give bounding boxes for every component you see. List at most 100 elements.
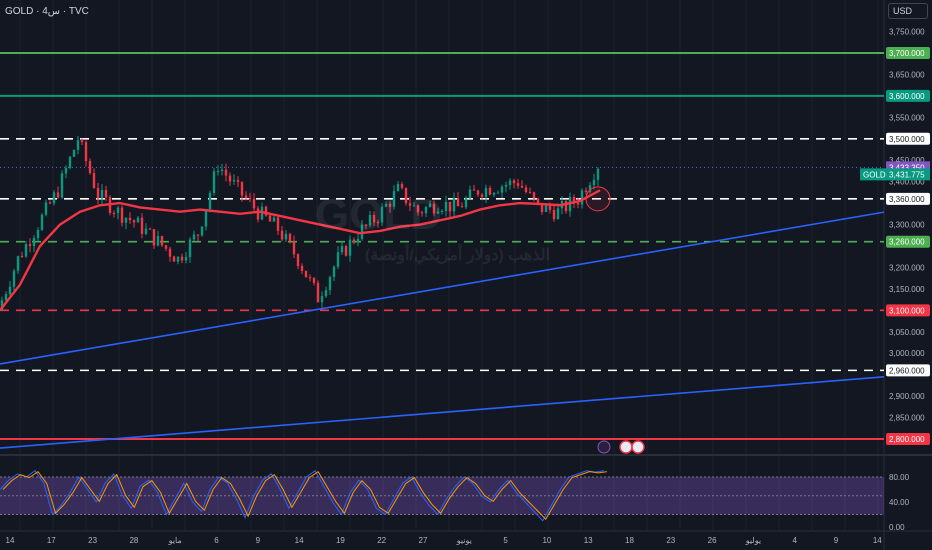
candle-body	[16, 256, 20, 271]
candle-body	[216, 171, 220, 173]
candle-body	[304, 270, 308, 278]
us-flag-event-icon	[631, 440, 645, 454]
candle-body	[344, 246, 348, 256]
price-level-label: 3,260.000	[889, 238, 925, 247]
candle-body	[12, 270, 16, 287]
candle-body	[4, 294, 8, 301]
price-tick-label: 3,650.000	[889, 70, 925, 79]
time-tick-label: يونيو	[456, 536, 472, 545]
time-tick-label: 18	[625, 536, 634, 545]
candle-body	[532, 192, 536, 199]
candle-body	[272, 217, 276, 222]
time-tick-label: 13	[584, 536, 593, 545]
candle-body	[468, 189, 472, 199]
candle-body	[128, 217, 132, 221]
price-chart[interactable]: 3,750.0003,650.0003,550.0003,450.0003,40…	[0, 0, 932, 550]
candle-body	[100, 189, 104, 199]
candle-body	[40, 214, 44, 230]
candle-body	[236, 180, 240, 182]
time-tick-label: 26	[708, 536, 717, 545]
candle-body	[592, 179, 596, 186]
symbol-price-name: GOLD	[863, 170, 886, 179]
candle-body	[240, 181, 244, 196]
candle-body	[556, 208, 560, 220]
price-tick-label: 3,750.000	[889, 28, 925, 37]
candle-body	[320, 296, 324, 303]
candle-body	[180, 256, 184, 261]
time-tick-label: 5	[503, 536, 508, 545]
candle-body	[208, 193, 212, 210]
candle-body	[580, 190, 584, 205]
candle-body	[500, 186, 504, 193]
price-tick-label: 2,850.000	[889, 414, 925, 423]
candle-body	[332, 266, 336, 277]
candle-body	[112, 212, 116, 214]
price-level-label: 3,360.000	[889, 195, 925, 204]
time-tick-label: 23	[88, 536, 97, 545]
candle-body	[232, 180, 236, 182]
time-tick-label: 14	[873, 536, 882, 545]
candle-body	[172, 256, 176, 262]
candle-body	[124, 217, 128, 223]
time-tick-label: يوليو	[745, 536, 761, 545]
candle-body	[456, 198, 460, 207]
candle-body	[584, 190, 588, 193]
candle-body	[64, 167, 68, 174]
price-tick-label: 3,050.000	[889, 328, 925, 337]
rsi-tick-label: 80.00	[889, 473, 910, 482]
candle-body	[248, 197, 252, 199]
candle-body	[576, 202, 580, 205]
watermark-description: الذهب (دولار أمريكي/أونصة)	[365, 247, 551, 264]
price-level-label: 2,960.000	[889, 366, 925, 375]
candle-body	[312, 277, 316, 283]
candle-body	[280, 230, 284, 240]
candle-body	[276, 217, 280, 231]
candle-body	[92, 173, 96, 188]
price-tick-label: 3,200.000	[889, 263, 925, 272]
candle-body	[324, 290, 328, 297]
candle-body	[472, 189, 476, 191]
candle-body	[512, 180, 516, 184]
candle-body	[152, 229, 156, 246]
candle-body	[288, 233, 292, 242]
symbol-price-label: 3,431.775	[889, 170, 925, 179]
candle-body	[492, 192, 496, 195]
candle-body	[452, 198, 456, 212]
candle-body	[200, 226, 204, 236]
time-tick-label: 10	[542, 536, 551, 545]
time-tick-label: 17	[47, 536, 56, 545]
candle-body	[284, 233, 288, 240]
time-tick-label: 9	[256, 536, 261, 545]
candle-body	[24, 244, 28, 257]
candle-body	[224, 169, 228, 176]
candle-body	[524, 187, 528, 193]
candle-body	[116, 207, 120, 214]
candle-body	[228, 175, 232, 182]
candle-body	[548, 205, 552, 211]
price-level-label: 3,100.000	[889, 306, 925, 315]
currency-selector[interactable]: USD	[888, 3, 928, 19]
time-tick-label: 22	[377, 536, 386, 545]
price-level-label: 2,800.000	[889, 435, 925, 444]
candle-body	[536, 198, 540, 203]
candle-body	[308, 277, 312, 279]
candle-body	[400, 184, 404, 188]
rsi-tick-label: 40.00	[889, 498, 910, 507]
candle-body	[508, 180, 512, 185]
candle-body	[528, 192, 532, 194]
price-tick-label: 3,000.000	[889, 349, 925, 358]
candle-body	[300, 265, 304, 271]
candle-body	[104, 189, 108, 198]
candle-body	[504, 184, 508, 187]
candle-body	[256, 208, 260, 220]
candle-body	[488, 187, 492, 195]
candle-body	[72, 149, 76, 157]
highlight-circle	[585, 186, 611, 212]
candle-body	[164, 245, 168, 249]
candle-body	[120, 207, 124, 223]
candle-body	[328, 276, 332, 291]
lightning-event-icon	[597, 440, 611, 454]
candle-body	[220, 169, 224, 172]
candle-body	[496, 192, 500, 194]
candle-body	[544, 205, 548, 212]
